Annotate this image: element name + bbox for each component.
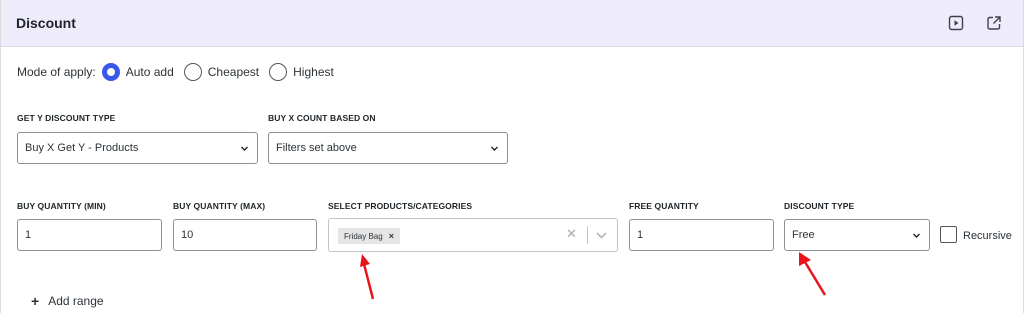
chevron-down-icon bbox=[913, 233, 920, 238]
radio-highest[interactable]: Highest bbox=[269, 63, 334, 81]
recursive-label: Recursive bbox=[963, 230, 1012, 242]
recursive-checkbox[interactable] bbox=[940, 226, 957, 243]
discount-panel: Discount Mode of apply: Auto add Cheapes… bbox=[0, 0, 1024, 313]
buy-quantity-max-input[interactable]: 10 bbox=[173, 219, 317, 251]
input-value: 1 bbox=[25, 229, 32, 241]
buy-quantity-min-label: BUY QUANTITY (MIN) bbox=[17, 201, 106, 211]
mode-label: Mode of apply: bbox=[17, 65, 96, 79]
radio-button[interactable] bbox=[269, 63, 288, 81]
get-y-discount-type-select[interactable]: Buy X Get Y - Products bbox=[17, 132, 258, 164]
radio-cheapest[interactable]: Cheapest bbox=[183, 63, 260, 81]
buy-quantity-max-label: BUY QUANTITY (MAX) bbox=[173, 201, 266, 211]
select-products-label: SELECT PRODUCTS/CATEGORIES bbox=[328, 201, 473, 211]
panel-header: Discount bbox=[1, 0, 1023, 47]
chevron-down-icon[interactable] bbox=[596, 231, 607, 239]
panel-title: Discount bbox=[16, 15, 76, 31]
input-value: 10 bbox=[181, 229, 194, 241]
get-y-discount-type-label: GET Y DISCOUNT TYPE bbox=[17, 113, 116, 123]
clear-selection-icon[interactable]: ✕ bbox=[566, 226, 577, 242]
plus-icon: + bbox=[31, 293, 40, 309]
radio-auto-add[interactable]: Auto add bbox=[101, 63, 174, 81]
buy-quantity-min-input[interactable]: 1 bbox=[17, 219, 162, 251]
add-range-label: Add range bbox=[48, 294, 104, 308]
buy-x-count-select[interactable]: Filters set above bbox=[268, 132, 508, 164]
chevron-down-icon bbox=[491, 146, 498, 151]
select-value: Filters set above bbox=[276, 142, 357, 154]
discount-type-label: DISCOUNT TYPE bbox=[784, 201, 855, 211]
radio-label: Highest bbox=[293, 65, 334, 79]
external-link-icon[interactable] bbox=[985, 14, 1003, 32]
annotation-arrow bbox=[799, 252, 827, 296]
buy-x-count-label: BUY X COUNT BASED ON bbox=[268, 113, 376, 123]
radio-label: Auto add bbox=[125, 65, 174, 79]
remove-chip-icon[interactable]: × bbox=[389, 231, 394, 241]
discount-type-select[interactable]: Free bbox=[784, 219, 930, 251]
play-icon[interactable] bbox=[947, 14, 965, 32]
radio-button[interactable] bbox=[183, 63, 202, 81]
add-range-button[interactable]: + Add range bbox=[31, 293, 104, 309]
select-value: Buy X Get Y - Products bbox=[25, 142, 139, 154]
chevron-down-icon bbox=[241, 146, 248, 151]
radio-button[interactable] bbox=[101, 63, 120, 81]
separator bbox=[587, 226, 588, 244]
selected-product-chip: Friday Bag × bbox=[338, 228, 400, 244]
select-value: Free bbox=[792, 229, 815, 241]
free-quantity-label: FREE QUANTITY bbox=[629, 201, 699, 211]
radio-label: Cheapest bbox=[207, 65, 260, 79]
free-quantity-input[interactable]: 1 bbox=[629, 219, 774, 251]
chip-label: Friday Bag bbox=[344, 231, 383, 241]
annotation-arrow bbox=[360, 254, 375, 300]
input-value: 1 bbox=[637, 229, 644, 241]
mode-of-apply: Mode of apply: Auto add Cheapest Highest bbox=[17, 62, 344, 82]
